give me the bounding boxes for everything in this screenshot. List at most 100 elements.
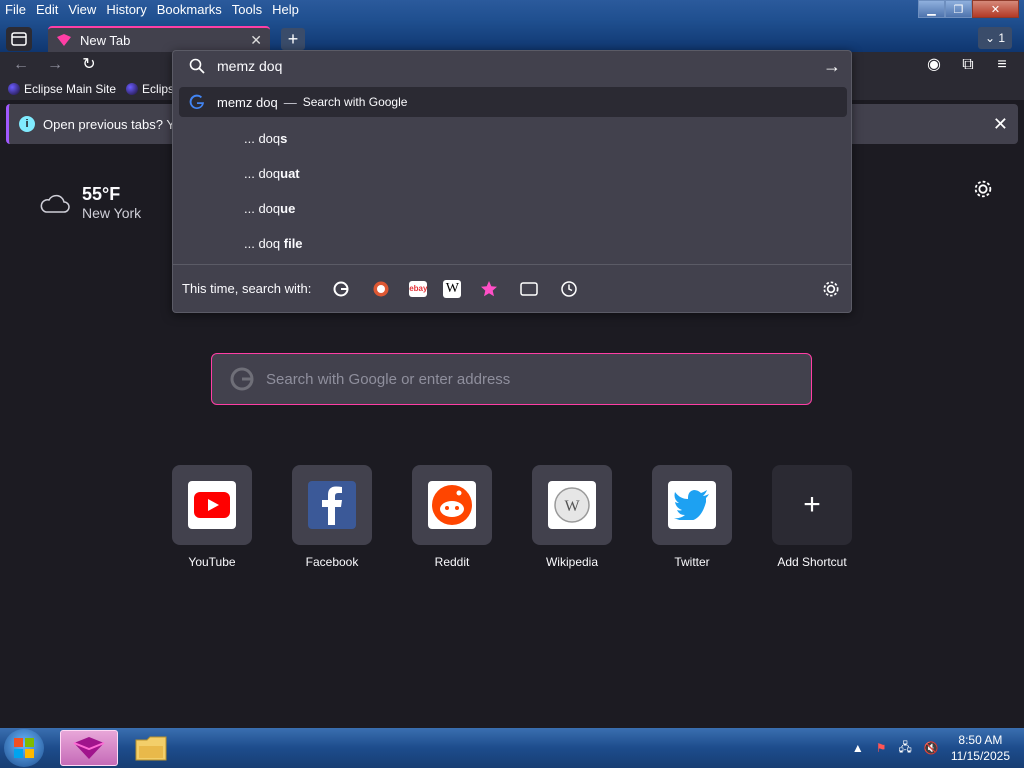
facebook-icon: [308, 481, 356, 529]
minimize-button[interactable]: ▁: [918, 0, 945, 18]
weather-widget[interactable]: 55°F New York: [38, 184, 141, 221]
hamburger-menu-icon[interactable]: ≡: [991, 54, 1013, 76]
urlbar-query-text: memz doq: [217, 58, 283, 74]
tab-count: 1: [998, 31, 1006, 45]
start-button[interactable]: [4, 729, 44, 767]
tab-title: New Tab: [80, 32, 131, 48]
bookmark-label: Eclips: [142, 82, 175, 96]
suggestion-prefix: ... doq: [244, 201, 281, 216]
ebay-icon[interactable]: ebay: [409, 280, 427, 297]
taskbar-file-explorer[interactable]: [122, 730, 180, 766]
history-clock-icon[interactable]: [557, 277, 581, 301]
shortcut-reddit[interactable]: Reddit: [412, 465, 492, 569]
menu-bookmarks[interactable]: Bookmarks: [152, 0, 227, 20]
close-window-button[interactable]: ✕: [972, 0, 1019, 18]
network-icon[interactable]: 🖧: [898, 738, 911, 759]
shortcut-tile: W: [532, 465, 612, 545]
extensions-icon[interactable]: ⧉: [957, 54, 979, 76]
windows-taskbar: ▲ ⚑ 🖧 🔇 8:50 AM 11/15/2025: [0, 728, 1024, 768]
taskbar-eclipse-browser[interactable]: [60, 730, 118, 766]
suggestion-prefix: ... doq: [244, 166, 281, 181]
google-icon[interactable]: [329, 277, 353, 301]
shortcut-label: Facebook: [305, 555, 359, 569]
bookmarks-star-icon[interactable]: [477, 277, 501, 301]
account-icon[interactable]: ◉: [923, 54, 945, 76]
shortcut-label: Wikipedia: [545, 555, 599, 569]
suggestion-prefix: ... doq: [244, 236, 281, 251]
search-with-google-result[interactable]: memz doq — Search with Google: [179, 87, 847, 117]
bookmark-eclipse-2[interactable]: Eclips: [126, 82, 174, 96]
suggestion-completion: s: [280, 131, 288, 146]
plus-icon: +: [803, 488, 821, 521]
action-center-flag-icon[interactable]: ⚑: [876, 741, 887, 755]
menu-tools[interactable]: Tools: [227, 0, 267, 20]
shortcut-label: Twitter: [674, 555, 710, 569]
tab-new-tab[interactable]: New Tab ✕: [48, 26, 270, 52]
wikipedia-icon: W: [548, 481, 596, 529]
tabs-icon[interactable]: [517, 277, 541, 301]
bookmark-eclipse-main-site[interactable]: Eclipse Main Site: [8, 82, 116, 96]
firefox-view-button[interactable]: [6, 27, 32, 51]
shortcut-tile: [172, 465, 252, 545]
eclipse-icon: [8, 83, 20, 95]
shortcut-facebook[interactable]: Facebook: [292, 465, 372, 569]
notification-text: Open previous tabs? You: [43, 116, 189, 132]
eclipse-favicon-icon: [57, 34, 71, 46]
close-notification-icon[interactable]: ✕: [993, 114, 1008, 135]
eclipse-browser-icon: [73, 737, 105, 759]
shortcut-label: Reddit: [434, 555, 470, 569]
menu-file[interactable]: File: [0, 0, 31, 20]
shortcut-add[interactable]: + Add Shortcut: [772, 465, 852, 569]
suggestion-item[interactable]: ... doq s: [179, 121, 847, 156]
shortcut-wikipedia[interactable]: W Wikipedia: [532, 465, 612, 569]
svg-text:W: W: [564, 498, 580, 515]
new-tab-button[interactable]: +: [281, 28, 305, 50]
clock-time: 8:50 AM: [958, 733, 1003, 747]
menu-history[interactable]: History: [101, 0, 151, 20]
menu-bar: File Edit View History Bookmarks Tools H…: [0, 0, 304, 20]
eclipse-icon: [126, 83, 139, 95]
reload-icon[interactable]: ↻: [78, 54, 100, 76]
reddit-icon: [428, 481, 476, 529]
info-icon: i: [19, 116, 35, 132]
volume-muted-icon[interactable]: 🔇: [924, 741, 939, 755]
shortcut-youtube[interactable]: YouTube: [172, 465, 252, 569]
suggestion-prefix: ... doq: [244, 131, 281, 146]
suggestion-item[interactable]: ... doq uat: [179, 156, 847, 191]
shortcut-tile: +: [772, 465, 852, 545]
show-hidden-icons-icon[interactable]: ▲: [852, 741, 864, 755]
system-tray: ▲ ⚑ 🖧 🔇 8:50 AM 11/15/2025: [852, 732, 1010, 764]
page-settings-gear-icon[interactable]: [972, 178, 994, 200]
duckduckgo-icon[interactable]: [369, 277, 393, 301]
search-settings-gear-icon[interactable]: [821, 279, 841, 299]
shortcut-label: YouTube: [188, 555, 236, 569]
newtab-search-box[interactable]: Search with Google or enter address: [211, 353, 812, 405]
maximize-button[interactable]: ❐: [945, 0, 972, 18]
suggestion-completion: file: [280, 236, 303, 251]
close-tab-icon[interactable]: ✕: [250, 32, 262, 49]
window-controls: ▁ ❐ ✕: [918, 0, 1019, 18]
go-arrow-icon[interactable]: →: [823, 56, 841, 77]
urlbar-popup: memz doq → memz doq — Search with Google…: [172, 50, 852, 313]
cloud-icon: [40, 194, 70, 213]
back-arrow-icon[interactable]: ←: [10, 54, 32, 76]
menu-view[interactable]: View: [63, 0, 101, 20]
window-titlebar: File Edit View History Bookmarks Tools H…: [0, 0, 1024, 52]
shortcut-tile: [652, 465, 732, 545]
one-off-search-bar: This time, search with: ebay W: [173, 264, 851, 312]
result-action: Search with Google: [302, 95, 408, 109]
shortcut-twitter[interactable]: Twitter: [652, 465, 732, 569]
forward-arrow-icon[interactable]: →: [44, 54, 66, 76]
suggestion-item[interactable]: ... doq file: [179, 226, 847, 261]
suggestion-item[interactable]: ... doq ue: [179, 191, 847, 226]
search-placeholder: Search with Google or enter address: [266, 370, 511, 388]
taskbar-clock[interactable]: 8:50 AM 11/15/2025: [951, 732, 1010, 764]
shortcut-tile: [292, 465, 372, 545]
menu-edit[interactable]: Edit: [31, 0, 63, 20]
wikipedia-icon[interactable]: W: [443, 279, 462, 298]
urlbar-input[interactable]: memz doq →: [173, 51, 851, 81]
google-icon: [230, 367, 254, 391]
tab-strip: New Tab ✕ + ⌄ 1: [0, 24, 1024, 52]
menu-help[interactable]: Help: [267, 0, 304, 20]
list-all-tabs-button[interactable]: ⌄ 1: [978, 27, 1012, 49]
